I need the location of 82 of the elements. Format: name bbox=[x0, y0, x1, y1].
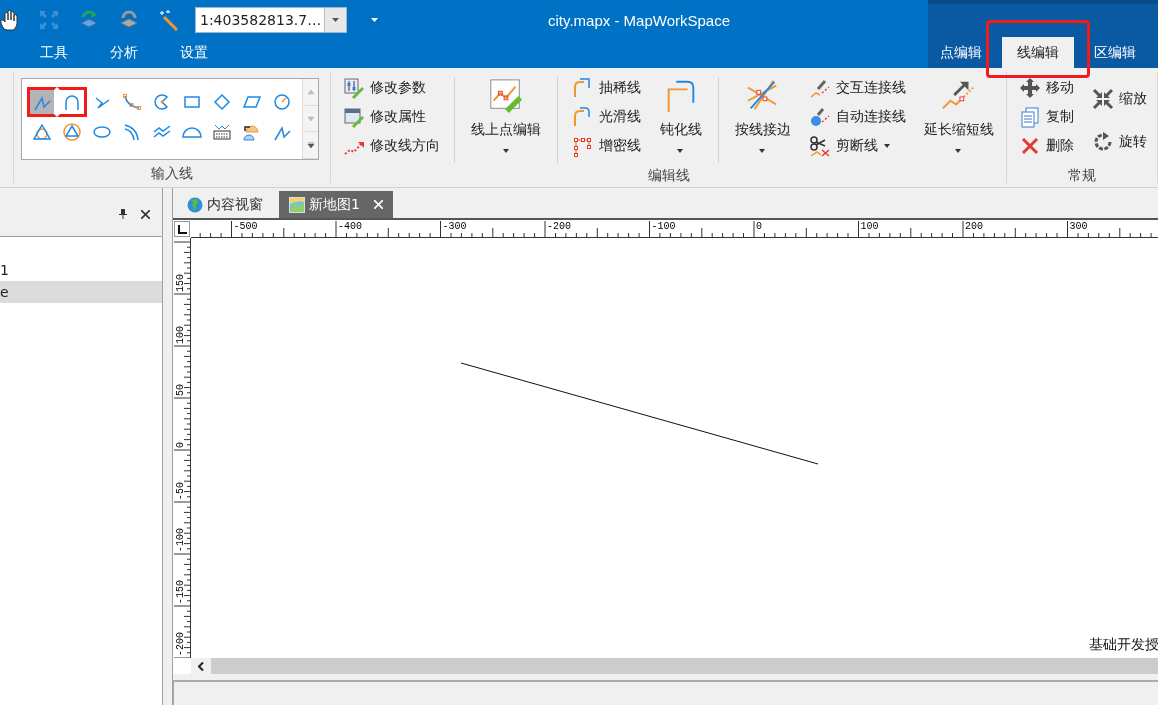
ribbon-button[interactable]: 钝化线 bbox=[655, 75, 706, 161]
move-icon bbox=[1019, 76, 1041, 99]
scroll-left-button[interactable] bbox=[191, 658, 211, 674]
close-icon[interactable] bbox=[373, 200, 383, 209]
ruler-label: 100 bbox=[860, 221, 879, 232]
expand-button[interactable] bbox=[303, 132, 318, 159]
group-label: 输入线 bbox=[150, 164, 194, 183]
window-title: city.mapx - MapWorkSpace bbox=[547, 11, 731, 29]
customize-button[interactable] bbox=[369, 16, 380, 24]
ribbon-tab[interactable]: 设置 bbox=[158, 44, 228, 68]
tree-item[interactable]: e bbox=[0, 281, 162, 303]
group-label: 编辑线 bbox=[646, 166, 691, 185]
close-button[interactable] bbox=[139, 207, 152, 221]
ribbon-button[interactable]: 按线接边 bbox=[730, 75, 795, 161]
scroll-up-icon bbox=[306, 88, 315, 95]
pin-button[interactable] bbox=[117, 207, 129, 221]
tree-item[interactable]: 1 bbox=[0, 259, 162, 281]
dome-icon bbox=[182, 126, 202, 138]
form-pencil-icon bbox=[343, 105, 365, 128]
document-tab[interactable]: 新地图1 bbox=[279, 191, 393, 218]
ruler-label: -150 bbox=[175, 580, 186, 604]
ribbon-button[interactable]: 修改属性 bbox=[341, 104, 442, 129]
shrink-arrows-icon bbox=[1092, 87, 1114, 110]
link-dot-icon bbox=[808, 105, 831, 128]
document-tab[interactable]: 内容视窗 bbox=[181, 191, 273, 218]
ribbon-button[interactable]: 移动 bbox=[1017, 75, 1076, 100]
ruler-label: 300 bbox=[1069, 221, 1088, 232]
map-icon bbox=[289, 196, 305, 213]
ruler-label: -300 bbox=[442, 221, 467, 232]
ribbon-button[interactable]: 线上点编辑 bbox=[467, 75, 546, 161]
ruler-label: -200 bbox=[175, 632, 186, 656]
ribbon-tab[interactable]: 工具 bbox=[18, 44, 88, 68]
scissors-icon bbox=[808, 134, 831, 157]
triangle-circle-icon bbox=[60, 120, 84, 144]
ruler-label: 100 bbox=[175, 326, 186, 344]
ruler-label: 150 bbox=[175, 274, 186, 292]
ruler-unit-button[interactable] bbox=[174, 221, 190, 237]
ribbon-button[interactable]: 剪断线 bbox=[806, 133, 908, 158]
ruler-label: 0 bbox=[175, 442, 186, 448]
ribbon-button[interactable]: 缩放 bbox=[1090, 86, 1149, 111]
ruler-label: 0 bbox=[756, 221, 762, 232]
copy-icon bbox=[1019, 105, 1041, 128]
ribbon-button[interactable]: 增密线 bbox=[570, 133, 644, 158]
ruler-label: 50 bbox=[175, 384, 186, 396]
ribbon-button[interactable]: 自动连接线 bbox=[806, 104, 908, 129]
horizontal-scrollbar[interactable] bbox=[191, 658, 1158, 674]
ribbon-button[interactable]: 抽稀线 bbox=[570, 75, 644, 100]
ribbon-button[interactable]: 旋转 bbox=[1090, 129, 1149, 154]
scroll-down-icon bbox=[306, 115, 315, 122]
ribbon-button[interactable]: 延长缩短线 bbox=[920, 75, 998, 161]
ribbon-tab[interactable]: 点编辑 bbox=[940, 37, 982, 68]
caret-icon bbox=[371, 18, 378, 22]
pin-icon bbox=[119, 209, 127, 219]
chevron-left-icon bbox=[198, 661, 204, 671]
ruler-label: -100 bbox=[651, 221, 676, 232]
ribbon-button[interactable]: 修改参数 bbox=[341, 75, 442, 100]
group-label: 常规 bbox=[1067, 166, 1097, 185]
magic-wand-icon[interactable] bbox=[158, 9, 180, 31]
ribbon-tab[interactable]: 分析 bbox=[88, 44, 158, 68]
ribbon-button[interactable]: 删除 bbox=[1017, 133, 1076, 158]
corner-icon bbox=[177, 224, 187, 234]
ribbon-button[interactable]: 复制 bbox=[1017, 104, 1076, 129]
ruler-label: -100 bbox=[175, 528, 186, 552]
line-pencil-icon bbox=[488, 77, 525, 115]
line-tool-button[interactable] bbox=[57, 87, 87, 117]
ruler-label: -400 bbox=[338, 221, 362, 232]
ribbon-tab[interactable]: 区编辑 bbox=[1094, 37, 1136, 68]
rotate-icon bbox=[1092, 130, 1114, 153]
expand-icon bbox=[306, 142, 315, 149]
ribbon-button[interactable]: 交互连接线 bbox=[806, 75, 908, 100]
close-icon bbox=[141, 209, 150, 219]
ribbon-button[interactable]: 光滑线 bbox=[570, 104, 644, 129]
sliders-pencil-icon bbox=[343, 76, 365, 99]
globe-icon bbox=[187, 196, 203, 213]
ruler-label: -50 bbox=[175, 482, 186, 500]
ruler-label: -500 bbox=[233, 221, 258, 232]
ribbon-button[interactable]: 修改线方向 bbox=[341, 133, 442, 158]
ruler-label: 200 bbox=[965, 221, 983, 232]
license-text: 基础开发授 bbox=[1089, 636, 1158, 654]
line-tool-button[interactable] bbox=[27, 87, 57, 117]
ruler-label: -200 bbox=[547, 221, 571, 232]
hand-icon[interactable] bbox=[0, 9, 20, 31]
